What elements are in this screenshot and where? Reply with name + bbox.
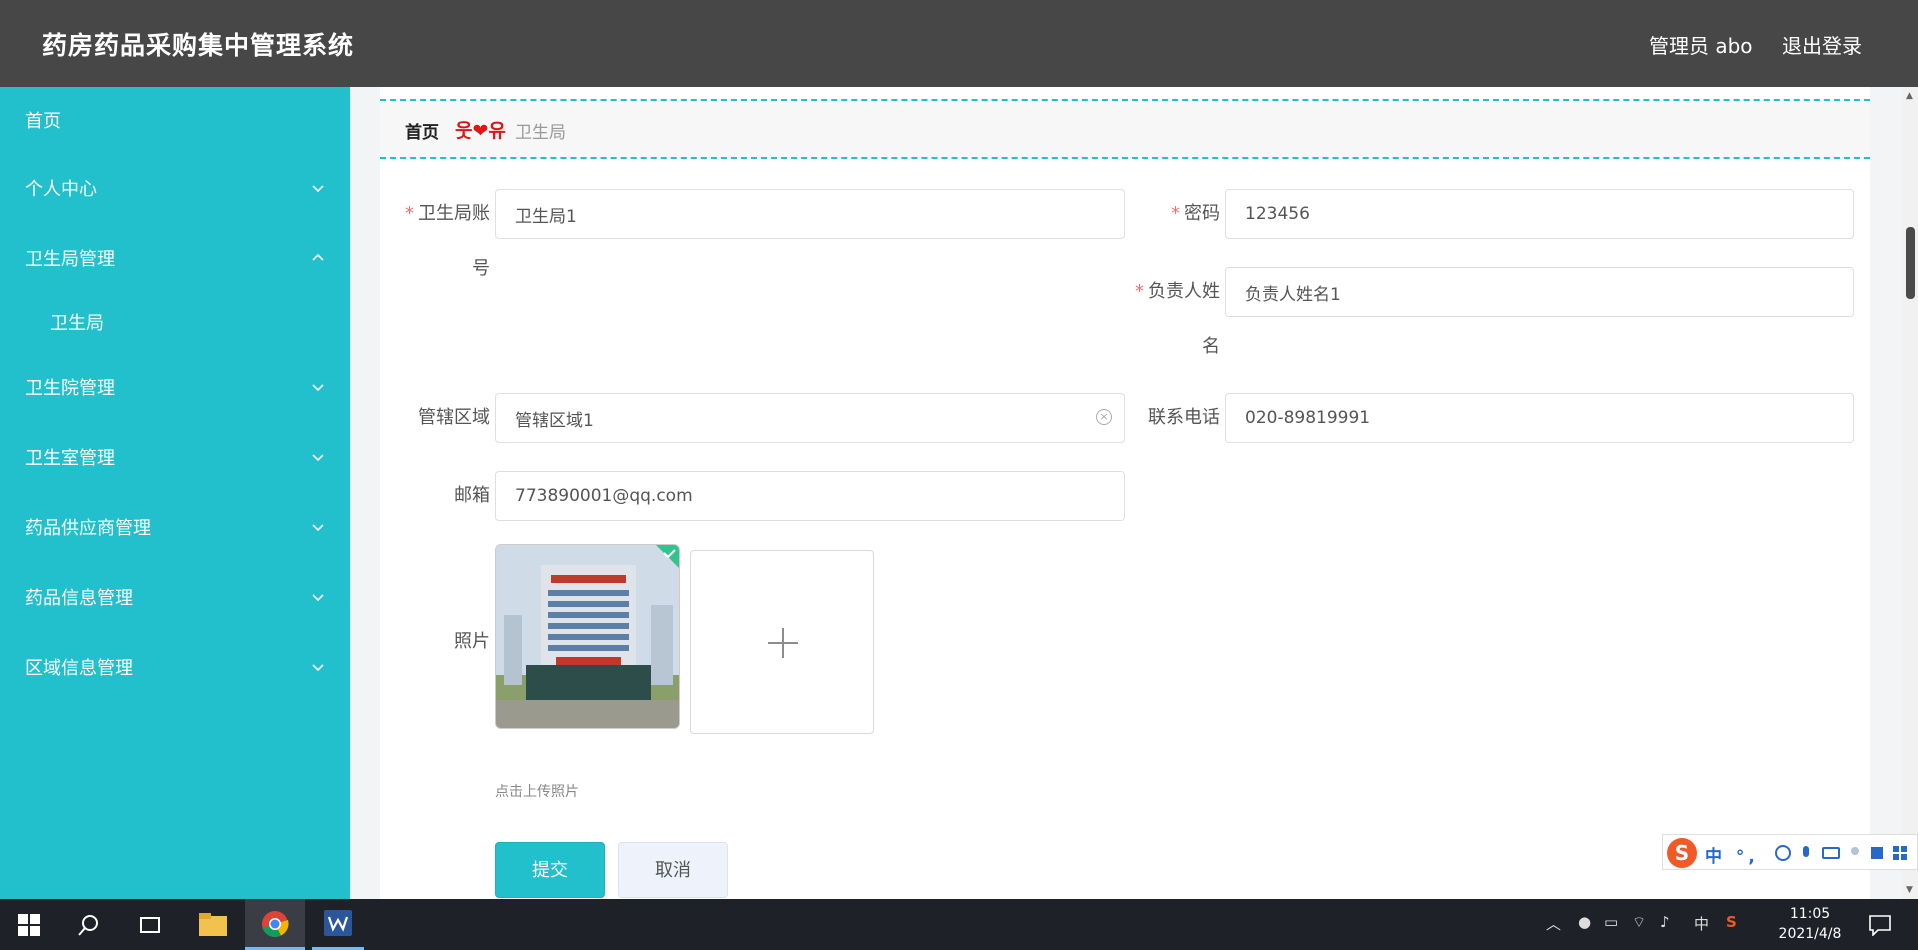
sidebar-item-home[interactable]: 首页 bbox=[0, 90, 350, 150]
battery-icon[interactable]: ▭ bbox=[1604, 913, 1618, 931]
chevron-down-icon bbox=[312, 454, 324, 462]
tray-overflow-icon[interactable]: ︿ bbox=[1546, 913, 1561, 934]
sidebar-item-drug-info-mgmt[interactable]: 药品信息管理 bbox=[0, 567, 350, 627]
region-input[interactable] bbox=[495, 393, 1125, 443]
sogou-tray-icon[interactable]: S bbox=[1726, 913, 1737, 931]
manager-name-label: * 负责人姓 bbox=[1135, 281, 1220, 302]
ime-tools-icon bbox=[1775, 845, 1907, 861]
chevron-down-icon bbox=[312, 384, 324, 392]
account-input[interactable] bbox=[495, 189, 1125, 239]
windows-start-icon[interactable] bbox=[18, 914, 40, 936]
scroll-up-arrow-icon[interactable]: ▲ bbox=[1906, 91, 1913, 101]
notification-center-icon[interactable] bbox=[1868, 914, 1892, 936]
scroll-down-arrow-icon[interactable]: ▼ bbox=[1906, 885, 1913, 895]
sidebar-item-health-center-mgmt[interactable]: 卫生院管理 bbox=[0, 357, 350, 417]
sidebar-item-label: 首页 bbox=[25, 111, 61, 132]
sidebar-item-region-info-mgmt[interactable]: 区域信息管理 bbox=[0, 637, 350, 697]
admin-label: 管理员 abo bbox=[1649, 34, 1753, 58]
password-input[interactable] bbox=[1225, 189, 1854, 239]
breadcrumb: 首页 웃❤유 卫生局 bbox=[380, 99, 1870, 159]
chevron-down-icon bbox=[312, 524, 324, 532]
clock-date: 2021/4/8 bbox=[1778, 926, 1842, 942]
phone-input[interactable] bbox=[1225, 393, 1854, 443]
sidebar-item-label: 卫生室管理 bbox=[25, 448, 115, 469]
word-icon bbox=[324, 910, 352, 936]
submit-button[interactable]: 提交 bbox=[495, 842, 605, 898]
ime-toolbar[interactable]: S 中 °, bbox=[1662, 834, 1918, 870]
manager-name-label-line2: 名 bbox=[1202, 336, 1220, 357]
windows-taskbar: ︿ ● ▭ ⌔ ♪ 中 S 11:05 2021/4/8 bbox=[0, 899, 1918, 950]
volume-icon[interactable]: ♪ bbox=[1660, 913, 1670, 931]
cancel-button[interactable]: 取消 bbox=[618, 842, 728, 898]
sidebar-item-label: 药品信息管理 bbox=[25, 588, 133, 609]
breadcrumb-current: 卫生局 bbox=[515, 123, 566, 143]
password-label: * 密码 bbox=[1171, 203, 1220, 224]
email-label: 邮箱 bbox=[454, 485, 490, 506]
email-input[interactable] bbox=[495, 471, 1125, 521]
file-explorer-icon[interactable] bbox=[198, 911, 228, 939]
region-label: 管辖区域 bbox=[418, 407, 490, 428]
page-scrollbar[interactable]: ▲ ▼ bbox=[1902, 87, 1918, 899]
scrollbar-thumb[interactable] bbox=[1906, 227, 1915, 299]
photo-label: 照片 bbox=[454, 631, 490, 652]
sidebar-item-personal-center[interactable]: 个人中心 bbox=[0, 158, 350, 218]
chevron-down-icon bbox=[312, 594, 324, 602]
clock-time: 11:05 bbox=[1789, 906, 1831, 922]
wifi-icon[interactable]: ⌔ bbox=[1632, 913, 1646, 932]
account-label: * 卫生局账 bbox=[405, 203, 490, 224]
sidebar-item-label: 卫生院管理 bbox=[25, 378, 115, 399]
upload-photo-button[interactable] bbox=[690, 550, 874, 734]
chrome-taskbar-button[interactable] bbox=[245, 899, 305, 950]
sidebar-item-clinic-mgmt[interactable]: 卫生室管理 bbox=[0, 427, 350, 487]
chrome-icon bbox=[262, 911, 289, 938]
building-photo-image bbox=[496, 545, 679, 728]
sidebar: 首页 个人中心 卫生局管理 卫生局 卫生院管理 卫生室管理 药品供应商管理 药品… bbox=[0, 87, 350, 899]
sidebar-item-label: 卫生局 bbox=[50, 313, 104, 334]
account-label-line2: 号 bbox=[472, 258, 490, 279]
input-language[interactable]: 中 bbox=[1694, 913, 1709, 934]
sidebar-item-health-bureau[interactable]: 卫生局 bbox=[0, 292, 350, 352]
chevron-up-icon bbox=[312, 253, 324, 261]
search-icon[interactable] bbox=[78, 914, 100, 936]
main-content: 首页 웃❤유 卫生局 *卫生局账 号 *密码 *负责人姓 名 管辖区域 × 联系… bbox=[350, 87, 1918, 899]
manager-name-input[interactable] bbox=[1225, 267, 1854, 317]
system-clock[interactable]: 11:05 2021/4/8 bbox=[1760, 904, 1860, 944]
breadcrumb-home[interactable]: 首页 bbox=[405, 118, 439, 143]
task-view-icon[interactable] bbox=[138, 914, 162, 936]
top-header: 药房药品采购集中管理系统 管理员 abo 退出登录 bbox=[0, 0, 1918, 87]
chevron-down-icon bbox=[312, 185, 324, 193]
sidebar-item-label: 个人中心 bbox=[25, 179, 97, 200]
qq-icon[interactable]: ● bbox=[1578, 913, 1591, 931]
sogou-logo-icon: S bbox=[1667, 838, 1697, 868]
app-title: 药房药品采购集中管理系统 bbox=[42, 31, 355, 60]
sidebar-item-health-bureau-mgmt[interactable]: 卫生局管理 bbox=[0, 228, 350, 288]
uploaded-photo-thumbnail[interactable] bbox=[495, 544, 680, 729]
phone-label: 联系电话 bbox=[1148, 407, 1220, 428]
sidebar-item-label: 区域信息管理 bbox=[25, 658, 133, 679]
word-taskbar-button[interactable] bbox=[312, 899, 364, 950]
breadcrumb-separator: 웃❤유 bbox=[455, 120, 506, 142]
sidebar-item-supplier-mgmt[interactable]: 药品供应商管理 bbox=[0, 497, 350, 557]
upload-hint: 点击上传照片 bbox=[495, 784, 579, 800]
chevron-down-icon bbox=[312, 664, 324, 672]
ime-status: 中 °, bbox=[1705, 847, 1759, 867]
sidebar-item-label: 卫生局管理 bbox=[25, 249, 115, 270]
sidebar-item-label: 药品供应商管理 bbox=[25, 518, 151, 539]
logout-link[interactable]: 退出登录 bbox=[1782, 30, 1862, 59]
